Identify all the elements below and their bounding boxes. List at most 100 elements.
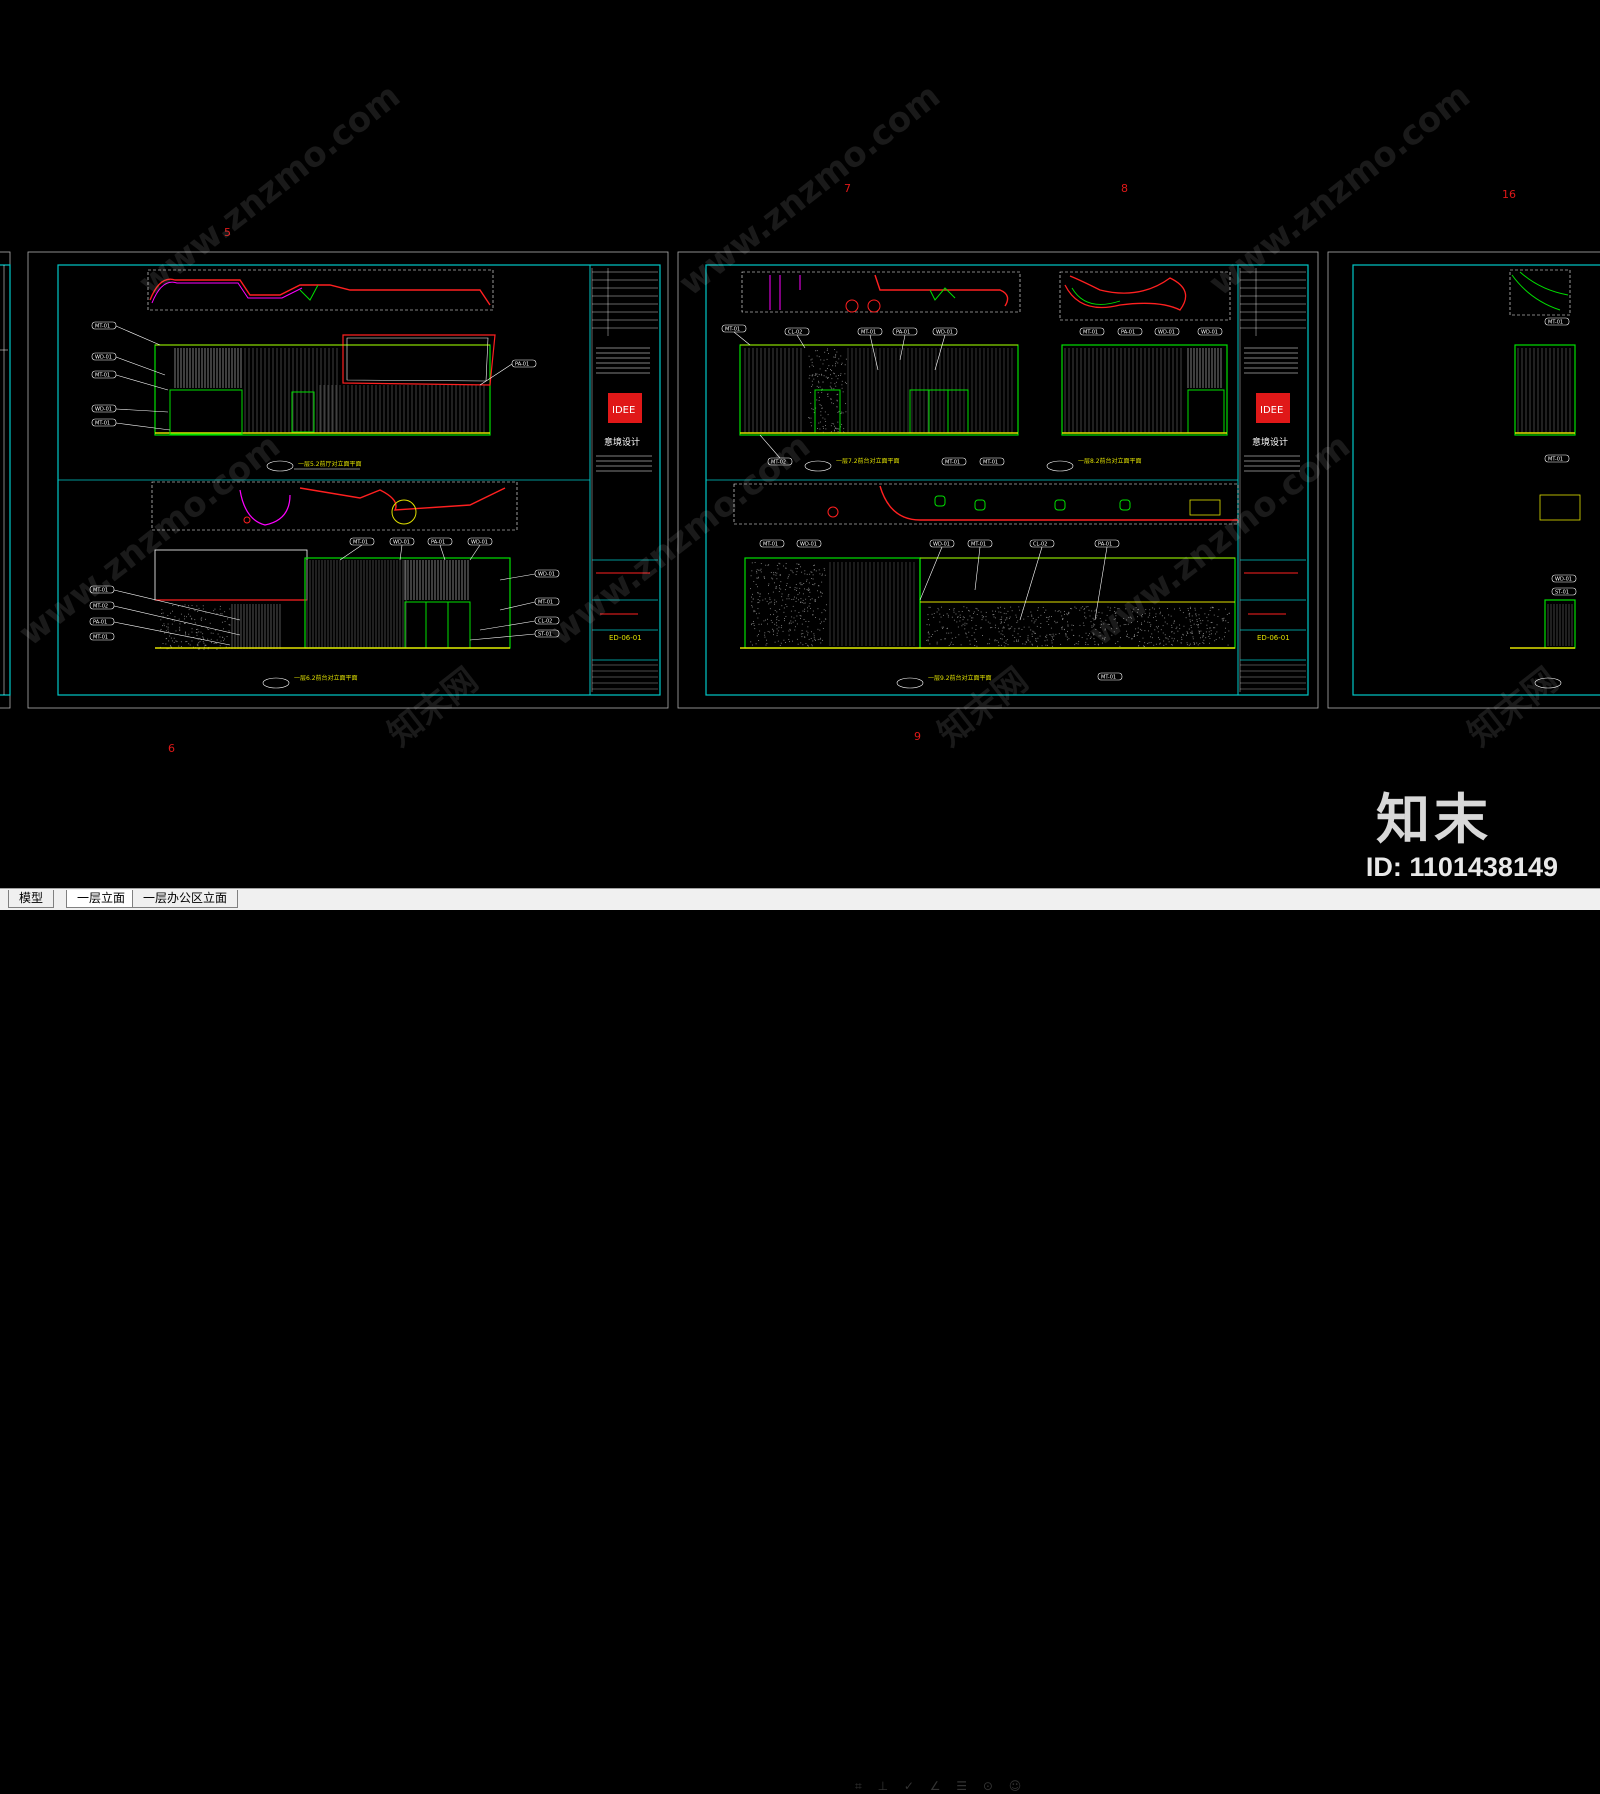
s3-plan-green (1511, 271, 1569, 311)
s1-tag-2-text: WD-01 (95, 355, 112, 361)
s1-title-2: 一层6.2前台对立面平面 (294, 674, 358, 682)
s1-elev1-hatch2 (244, 348, 338, 433)
s2-title-bubble-3 (1046, 460, 1074, 472)
sheet-number-7: 7 (844, 182, 851, 195)
s2-tag-5-text: WD-01 (936, 330, 953, 336)
s2-plan-box (741, 271, 1021, 313)
sheet-number-9: 9 (914, 730, 921, 743)
s2-plan-c2 (867, 299, 881, 313)
s1-plan2-dot (243, 516, 251, 524)
tb-1-brand: 意境设计 (604, 436, 640, 448)
s2-title-bubble (804, 460, 832, 472)
s3-tag-3-text: WD-01 (1555, 577, 1572, 583)
s1-elev2-hatch2 (306, 560, 407, 648)
s2-tag-14-text: WD-01 (800, 542, 817, 548)
s2-elev1-door2 (909, 389, 969, 434)
layout-tab-bar: 模型 一层立面 一层办公区立面 ⌗ ⊥ ✓ ∠ ☰ ⊙ ☺ (0, 888, 1600, 1793)
s2-elev2-hatch1 (829, 562, 915, 646)
s1-title-bubble-2 (262, 677, 290, 689)
s1-tag-13-text: PA-01 (93, 620, 107, 626)
s1-tag-16-text: MT-01 (538, 600, 553, 606)
s2-title-3: 一层8.2前台对立面平面 (1078, 457, 1142, 465)
drawing-canvas[interactable]: IDEE 意境设计 IDEE 意境设计 ED-06-01 ED-06-01 MT-01 WD-… (0, 0, 1600, 888)
sheet-number-8: 8 (1121, 182, 1128, 195)
s1-tag-12-text: MT-02 (93, 604, 108, 610)
s2-tag-17-text: CL-02 (1033, 542, 1047, 548)
s1-elev2-door (404, 601, 471, 649)
s2-elev1-hatch1 (744, 348, 802, 433)
sheet-number-6: 6 (168, 742, 175, 755)
s1-leader-3 (115, 374, 169, 391)
s2-tag-18-text: PA-01 (1098, 542, 1112, 548)
s1-plan2-red (299, 487, 506, 511)
s1-elev2-hatch3 (404, 560, 469, 600)
s2-plan-c1 (845, 299, 859, 313)
tb-1-logo-text: IDEE (612, 405, 635, 416)
s2-plan-lines (769, 275, 801, 310)
s2-tag-16-text: MT-01 (971, 542, 986, 548)
s1-plan2-arc (239, 489, 291, 526)
s2-leader-6 (759, 434, 781, 459)
s1-leader-18 (469, 633, 536, 641)
s1-leader-5 (115, 422, 171, 431)
s2-plan2-fixture-1 (974, 499, 986, 511)
s1-tag-9-text: PA-01 (431, 540, 445, 546)
s3-plan-box (1509, 269, 1571, 316)
s2-tag-2-text: CL-02 (788, 330, 802, 336)
s2-plan2-fixture-2 (1054, 499, 1066, 511)
s2-tag-3-text: MT-01 (861, 330, 876, 336)
s2-plan2-fixture-0 (934, 495, 946, 507)
s1-plan-green (299, 284, 319, 301)
tb-2-brand: 意境设计 (1252, 436, 1288, 448)
s1-tag-4-text: WD-01 (95, 407, 112, 413)
s1-leader-1 (115, 325, 161, 346)
s2-tag-1-text: MT-01 (725, 327, 740, 333)
s2-leader-1 (733, 331, 751, 346)
s2-plan3-box (1059, 271, 1231, 321)
s2-leader-15 (919, 546, 943, 601)
s1-tag-7-text: MT-01 (353, 540, 368, 546)
s2-plan2-fixture-3 (1119, 499, 1131, 511)
sheet-number-16: 16 (1502, 188, 1516, 201)
s3-tag-1-text: MT-01 (1548, 320, 1563, 326)
s1-plan-magenta (151, 281, 303, 304)
s1-elev1-sign (342, 334, 496, 386)
s2-tag-19-text: MT-01 (1101, 675, 1116, 681)
s2-elev3-hatch (1064, 348, 1182, 433)
tab-model[interactable]: 模型 (8, 890, 55, 908)
s1-tag-15-text: WD-01 (538, 572, 555, 578)
asset-id-label: ID: 1101438149 (1365, 852, 1558, 882)
s1-leader-6 (479, 363, 513, 386)
s2-tag-6-text: MT-02 (771, 460, 786, 466)
s2-tag-4-text: PA-01 (896, 330, 910, 336)
drawing-svg[interactable]: IDEE 意境设计 IDEE 意境设计 ED-06-01 ED-06-01 MT-01 WD-… (0, 0, 1600, 888)
tab-first-floor-elevation[interactable]: 一层立面 (66, 890, 137, 908)
sheet-number-5: 5 (224, 226, 231, 239)
s1-tag-18-text: ST-01 (538, 632, 552, 638)
s2-tag-10-text: PA-01 (1121, 330, 1135, 336)
s3-plan2 (1539, 494, 1581, 521)
s2-elev2-right (919, 557, 1236, 649)
s2-elev3-door (1187, 389, 1225, 434)
s1-title-bubble (266, 460, 294, 472)
s2-tag-15-text: WD-01 (933, 542, 950, 548)
s2-tag-8-text: MT-01 (983, 460, 998, 466)
s2-plan3-red (1064, 275, 1187, 311)
sheet-code-1: ED-06-01 (609, 634, 642, 642)
s2-elev3-hatch2 (1187, 348, 1222, 388)
s3-elev1-hatch (1517, 348, 1571, 433)
s2-plan2-yellow (1189, 499, 1221, 516)
s1-tag-17-text: CL-02 (538, 619, 552, 625)
s1-leader-2 (115, 356, 166, 376)
s1-elev1-hatch3 (319, 385, 485, 433)
s2-plan2-red (879, 485, 1238, 521)
s2-leader-2 (796, 334, 806, 349)
s2-tag-12-text: WD-01 (1201, 330, 1218, 336)
tab-first-floor-office-elevation[interactable]: 一层办公区立面 (132, 890, 239, 908)
s3-tag-4-text: ST-01 (1555, 590, 1569, 596)
s2-plan2-dot (827, 506, 839, 518)
sheet-edge-left (0, 251, 11, 709)
sheet-code-2: ED-06-01 (1257, 634, 1290, 642)
status-icons: ⌗ ⊥ ✓ ∠ ☰ ⊙ ☺ (855, 1779, 1028, 1793)
s2-elev2-dots1 (750, 562, 827, 647)
